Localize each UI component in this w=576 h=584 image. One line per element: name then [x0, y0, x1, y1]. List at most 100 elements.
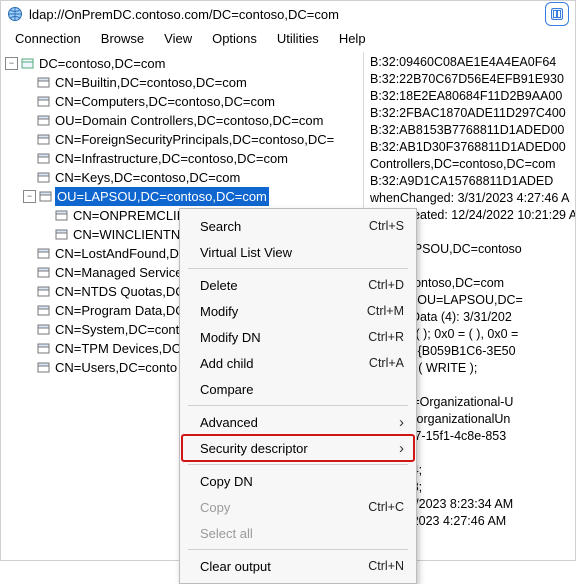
- ctx-item-shortcut: Ctrl+M: [367, 304, 404, 318]
- expand-icon[interactable]: [23, 248, 34, 259]
- container-icon: [37, 342, 50, 355]
- container-icon: [37, 285, 50, 298]
- container-icon: [37, 95, 50, 108]
- tree-node-label[interactable]: CN=Program Data,DC: [53, 301, 187, 320]
- tree-node-label[interactable]: CN=Managed Service: [53, 263, 185, 282]
- ctx-item-shortcut: Ctrl+C: [368, 500, 404, 514]
- tree-node-label[interactable]: CN=NTDS Quotas,DC: [53, 282, 187, 301]
- ctx-item-label: Copy: [200, 500, 368, 515]
- menu-options[interactable]: Options: [202, 29, 267, 48]
- detail-line: B:32:A9D1CA15768811D1ADED: [370, 173, 575, 190]
- ctx-item-label: Security descriptor: [200, 441, 391, 456]
- tree-node[interactable]: CN=Builtin,DC=contoso,DC=com: [23, 73, 363, 92]
- expand-icon[interactable]: [23, 172, 34, 183]
- menu-separator: [188, 549, 408, 550]
- ctx-item-label: Modify DN: [200, 330, 368, 345]
- ctx-item-shortcut: Ctrl+A: [369, 356, 404, 370]
- leaf-spacer: [41, 210, 52, 221]
- ctx-item-label: Search: [200, 219, 369, 234]
- tree-node-label[interactable]: CN=TPM Devices,DC: [53, 339, 183, 358]
- tree-node[interactable]: CN=ForeignSecurityPrincipals,DC=contoso,…: [23, 130, 363, 149]
- tree-node-label[interactable]: OU=LAPSOU,DC=contoso,DC=com: [55, 187, 269, 206]
- tree-node-label[interactable]: OU=Domain Controllers,DC=contoso,DC=com: [53, 111, 325, 130]
- expand-icon[interactable]: [23, 115, 34, 126]
- ctx-item-shortcut: Ctrl+N: [368, 559, 404, 573]
- ctx-advanced[interactable]: Advanced: [182, 409, 414, 435]
- tree-node-label[interactable]: CN=Builtin,DC=contoso,DC=com: [53, 73, 249, 92]
- ctx-item-label: Advanced: [200, 415, 391, 430]
- container-icon: [37, 361, 50, 374]
- title-bar: ldap://OnPremDC.contoso.com/DC=contoso,D…: [1, 1, 575, 27]
- tree-node-label[interactable]: CN=Computers,DC=contoso,DC=com: [53, 92, 277, 111]
- leaf-spacer: [41, 229, 52, 240]
- ctx-item-label: Add child: [200, 356, 369, 371]
- expand-icon[interactable]: [23, 77, 34, 88]
- tree-node-label[interactable]: CN=System,DC=cont: [53, 320, 181, 339]
- ctx-item-label: Select all: [200, 526, 404, 541]
- menu-connection[interactable]: Connection: [5, 29, 91, 48]
- menu-bar: ConnectionBrowseViewOptionsUtilitiesHelp: [1, 27, 575, 52]
- expand-icon[interactable]: [23, 96, 34, 107]
- ctx-item-label: Virtual List View: [200, 245, 404, 260]
- ctx-item-label: Delete: [200, 278, 368, 293]
- ctx-copy: CopyCtrl+C: [182, 494, 414, 520]
- detail-line: B:32:AB8153B7768811D1ADED00: [370, 122, 575, 139]
- container-icon: [37, 304, 50, 317]
- ctx-copy-dn[interactable]: Copy DN: [182, 468, 414, 494]
- menu-separator: [188, 405, 408, 406]
- ctx-modify[interactable]: ModifyCtrl+M: [182, 298, 414, 324]
- ctx-select-all: Select all: [182, 520, 414, 546]
- tree-node[interactable]: CN=Infrastructure,DC=contoso,DC=com: [23, 149, 363, 168]
- expand-icon[interactable]: [23, 362, 34, 373]
- container-icon: [37, 323, 50, 336]
- tree-node[interactable]: CN=Computers,DC=contoso,DC=com: [23, 92, 363, 111]
- detail-line: B:32:22B70C67D56E4EFB91E930: [370, 71, 575, 88]
- expand-icon[interactable]: [23, 286, 34, 297]
- ctx-clear-output[interactable]: Clear outputCtrl+N: [182, 553, 414, 579]
- menu-separator: [188, 464, 408, 465]
- expand-icon[interactable]: [23, 343, 34, 354]
- snap-layout-icon[interactable]: [545, 2, 569, 26]
- container-icon: [55, 209, 68, 222]
- menu-view[interactable]: View: [154, 29, 202, 48]
- expand-icon[interactable]: [23, 153, 34, 164]
- expand-icon[interactable]: [23, 267, 34, 278]
- menu-utilities[interactable]: Utilities: [267, 29, 329, 48]
- expand-icon[interactable]: [23, 305, 34, 316]
- container-icon: [37, 152, 50, 165]
- tree-node-label[interactable]: CN=ForeignSecurityPrincipals,DC=contoso,…: [53, 130, 336, 149]
- collapse-icon[interactable]: −: [23, 190, 36, 203]
- tree-node-label[interactable]: DC=contoso,DC=com: [37, 54, 167, 73]
- context-menu[interactable]: SearchCtrl+SVirtual List ViewDeleteCtrl+…: [179, 208, 417, 584]
- expand-icon[interactable]: [23, 134, 34, 145]
- ctx-add-child[interactable]: Add childCtrl+A: [182, 350, 414, 376]
- tree-node-label[interactable]: CN=Users,DC=conto: [53, 358, 179, 377]
- ctx-delete[interactable]: DeleteCtrl+D: [182, 272, 414, 298]
- container-icon: [21, 57, 34, 70]
- app-icon: [7, 6, 23, 22]
- tree-node[interactable]: − DC=contoso,DC=com: [5, 54, 363, 73]
- container-icon: [39, 190, 52, 203]
- detail-line: whenChanged: 3/31/2023 4:27:46 A: [370, 190, 575, 207]
- tree-node-label[interactable]: CN=WINCLIENTN: [71, 225, 182, 244]
- tree-node-label[interactable]: CN=Infrastructure,DC=contoso,DC=com: [53, 149, 290, 168]
- tree-node-label[interactable]: CN=Keys,DC=contoso,DC=com: [53, 168, 242, 187]
- expand-icon[interactable]: [23, 324, 34, 335]
- tree-node-label[interactable]: CN=LostAndFound,D: [53, 244, 181, 263]
- ctx-virtual-list-view[interactable]: Virtual List View: [182, 239, 414, 265]
- ctx-compare[interactable]: Compare: [182, 376, 414, 402]
- tree-node-label[interactable]: CN=ONPREMCLII: [71, 206, 182, 225]
- ctx-item-shortcut: Ctrl+S: [369, 219, 404, 233]
- collapse-icon[interactable]: −: [5, 57, 18, 70]
- menu-help[interactable]: Help: [329, 29, 376, 48]
- container-icon: [37, 171, 50, 184]
- window-title: ldap://OnPremDC.contoso.com/DC=contoso,D…: [29, 7, 539, 22]
- ctx-item-shortcut: Ctrl+D: [368, 278, 404, 292]
- ctx-security-descriptor[interactable]: Security descriptor: [182, 435, 414, 461]
- tree-node[interactable]: CN=Keys,DC=contoso,DC=com: [23, 168, 363, 187]
- tree-node[interactable]: − OU=LAPSOU,DC=contoso,DC=com: [23, 187, 363, 206]
- tree-node[interactable]: OU=Domain Controllers,DC=contoso,DC=com: [23, 111, 363, 130]
- ctx-modify-dn[interactable]: Modify DNCtrl+R: [182, 324, 414, 350]
- menu-browse[interactable]: Browse: [91, 29, 154, 48]
- ctx-search[interactable]: SearchCtrl+S: [182, 213, 414, 239]
